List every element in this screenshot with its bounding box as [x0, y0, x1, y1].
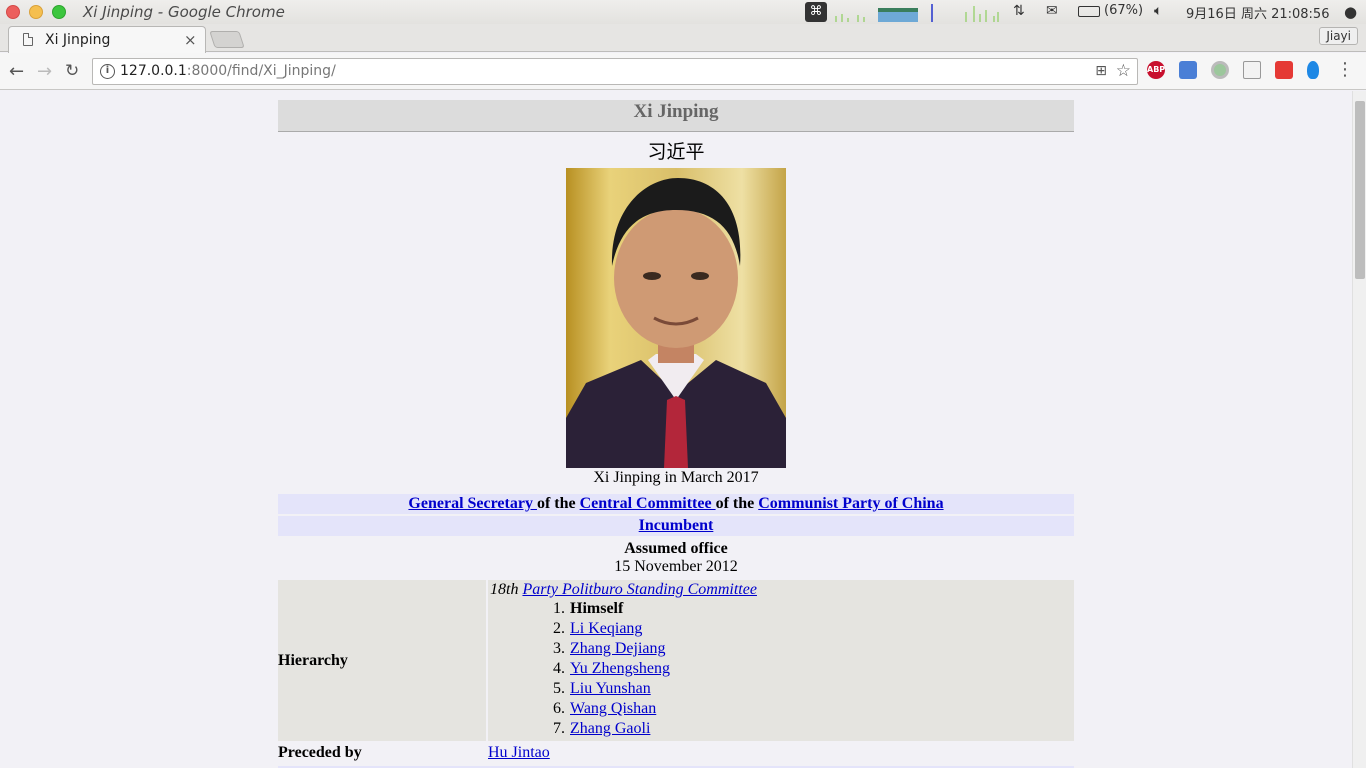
vertical-scrollbar[interactable] — [1352, 91, 1366, 768]
hierarchy-list: 1. Himself 2. Li Keqiang 3. Zhang Dejiang 4… — [490, 599, 1072, 739]
green-circle-ext-icon[interactable] — [1211, 61, 1229, 79]
url-text[interactable]: 127.0.0.1:8000/find/Xi_Jinping/ — [120, 63, 336, 79]
profile-button[interactable]: Jiayi — [1319, 27, 1358, 45]
adblock-icon[interactable]: ABP — [1147, 61, 1165, 79]
portrait-image — [566, 168, 786, 468]
apple-icon[interactable]: ● — [1344, 3, 1357, 21]
member-self: Himself — [570, 600, 624, 617]
mail-icon[interactable]: ✉ — [1046, 3, 1058, 19]
list-item: 5. Liu Yunshan — [490, 679, 1072, 699]
member-link[interactable]: Li Keqiang — [570, 620, 642, 637]
browser-toolbar: ← → ↻ i 127.0.0.1:8000/find/Xi_Jinping/ … — [0, 53, 1366, 90]
google-translate-ext-icon[interactable] — [1179, 61, 1197, 79]
office-text-of-1: of the — [536, 495, 580, 512]
tab-close-icon[interactable]: × — [184, 31, 197, 49]
list-number: 3. — [553, 640, 565, 657]
image-caption: Xi Jinping in March 2017 — [593, 469, 759, 486]
forward-arrow-icon[interactable]: → — [37, 61, 52, 82]
page-icon — [23, 33, 33, 46]
general-secretary-link[interactable]: General Secretary — [408, 495, 537, 512]
member-link[interactable]: Yu Zhengsheng — [570, 660, 670, 677]
battery-percent: (67%) — [1104, 3, 1144, 18]
back-arrow-icon[interactable]: ← — [9, 61, 24, 82]
list-item: 3. Zhang Dejiang — [490, 639, 1072, 659]
command-icon[interactable]: ⌘ — [805, 2, 827, 22]
menu-kebab-icon[interactable]: ⋮ — [1336, 59, 1354, 80]
list-number: 7. — [553, 720, 565, 737]
network-updown-icon[interactable]: ⇅ — [1013, 3, 1025, 19]
new-tab-button[interactable] — [209, 31, 245, 48]
member-link[interactable]: Wang Qishan — [570, 700, 656, 717]
member-link[interactable]: Zhang Gaoli — [570, 720, 650, 737]
member-link[interactable]: Liu Yunshan — [570, 680, 651, 697]
communist-party-link[interactable]: Communist Party of China — [758, 495, 943, 512]
list-item: 1. Himself — [490, 599, 1072, 619]
os-title-bar: Xi Jinping - Google Chrome ⌘ ⇅ ✉ (67%) 🔈… — [0, 0, 1366, 24]
preceded-by-label: Preceded by — [278, 744, 362, 761]
committee-link[interactable]: Party Politburo Standing Committee — [522, 581, 757, 598]
infobox: Xi Jinping 习近平 Xi Jinping in March 2017 … — [278, 100, 1074, 768]
clock[interactable]: 9月16日 周六 21:08:56 — [1186, 3, 1329, 22]
reload-icon[interactable]: ↻ — [65, 61, 79, 81]
red-ext-icon[interactable] — [1275, 61, 1293, 79]
window-maximize-button[interactable] — [52, 5, 66, 19]
image-ext-icon[interactable] — [1243, 61, 1261, 79]
preceded-by-row: Preceded by Hu Jintao — [278, 743, 1074, 763]
list-number: 4. — [553, 660, 565, 677]
list-number: 6. — [553, 700, 565, 717]
assumed-office-label: Assumed office — [624, 540, 728, 557]
committee-prefix: 18th — [490, 581, 519, 598]
assumed-office-date: 15 November 2012 — [614, 558, 738, 575]
bookmark-star-icon[interactable]: ☆ — [1116, 61, 1131, 81]
incumbent-link[interactable]: Incumbent — [639, 517, 714, 534]
translate-icon[interactable]: ⊞ — [1095, 63, 1107, 79]
volume-icon[interactable]: 🔈︎ — [1154, 3, 1162, 19]
bulb-ext-icon[interactable] — [1307, 61, 1319, 79]
office-text-of-2: of the — [715, 495, 759, 512]
native-name: 习近平 — [647, 141, 705, 163]
hierarchy-label: Hierarchy — [278, 580, 486, 741]
office-band: General Secretary of the Central Committ… — [278, 494, 1074, 514]
window-minimize-button[interactable] — [29, 5, 43, 19]
member-link[interactable]: Zhang Dejiang — [570, 640, 666, 657]
window-close-button[interactable] — [6, 5, 20, 19]
tab-xi-jinping[interactable]: Xi Jinping × — [8, 26, 206, 53]
list-item: 4. Yu Zhengsheng — [490, 659, 1072, 679]
list-number: 1. — [553, 600, 565, 617]
list-item: 2. Li Keqiang — [490, 619, 1072, 639]
window-title: Xi Jinping - Google Chrome — [83, 3, 285, 21]
preceded-by-link[interactable]: Hu Jintao — [488, 743, 550, 763]
info-icon[interactable]: i — [100, 64, 115, 79]
tab-label: Xi Jinping — [45, 32, 111, 48]
url-host: 127.0.0.1 — [120, 63, 187, 79]
committee-line: 18th Party Politburo Standing Committee — [490, 581, 1072, 599]
hierarchy-body: 18th Party Politburo Standing Committee … — [488, 580, 1074, 741]
url-path: :8000/find/Xi_Jinping/ — [186, 63, 336, 79]
hierarchy-row: Hierarchy 18th Party Politburo Standing … — [278, 580, 1074, 741]
battery-icon[interactable] — [1078, 6, 1100, 17]
address-bar[interactable]: i 127.0.0.1:8000/find/Xi_Jinping/ ⊞ ☆ — [92, 58, 1138, 85]
incumbent-band: Incumbent — [278, 516, 1074, 536]
page-viewport: Xi Jinping 习近平 Xi Jinping in March 2017 … — [0, 91, 1352, 768]
tab-strip: Xi Jinping × Jiayi — [0, 24, 1366, 53]
list-item: 6. Wang Qishan — [490, 699, 1072, 719]
list-item: 7. Zhang Gaoli — [490, 719, 1072, 739]
infobox-title: Xi Jinping — [278, 100, 1074, 132]
list-number: 2. — [553, 620, 565, 637]
system-monitor-graph[interactable] — [834, 2, 1004, 22]
central-committee-link[interactable]: Central Committee — [580, 495, 716, 512]
list-number: 5. — [553, 680, 565, 697]
scrollbar-thumb[interactable] — [1355, 101, 1365, 279]
